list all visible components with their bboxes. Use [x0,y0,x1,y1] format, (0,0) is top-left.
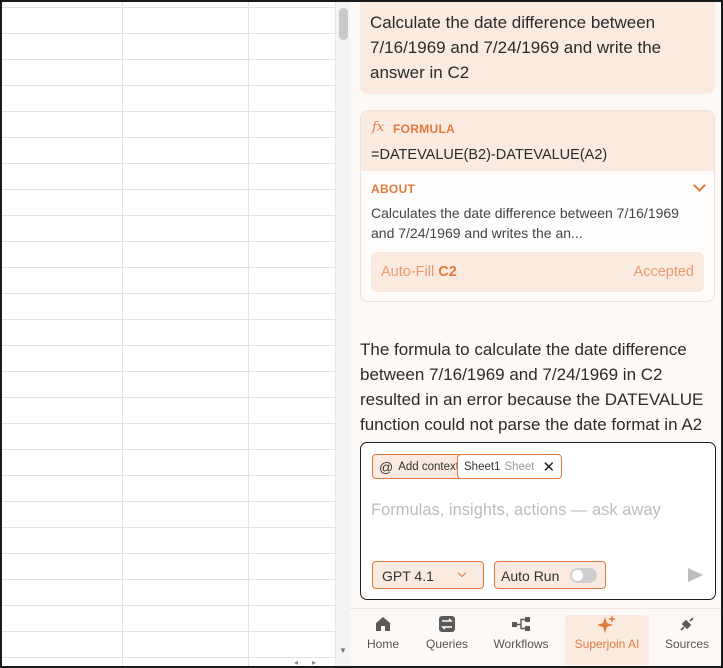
scroll-down-arrow[interactable]: ▼ [339,646,347,655]
row-divider [2,85,335,86]
spreadsheet-grid[interactable] [2,2,335,666]
close-icon[interactable]: ✕ [543,458,556,476]
auto-run-label: Auto Run [501,568,560,584]
auto-run-toggle[interactable] [570,568,597,583]
row-divider [2,475,335,476]
row-divider [2,371,335,372]
auto-run-toggle-button[interactable]: Auto Run [494,561,606,589]
nav-item-workflows[interactable]: Workflows [488,615,554,665]
nav-label: Sources [664,637,710,651]
row-divider [2,397,335,398]
model-select[interactable]: GPT 4.1 [372,561,484,589]
row-divider [2,241,335,242]
row-divider [2,579,335,580]
nav-item-home[interactable]: Home [362,615,404,665]
context-chip-name: Sheet1 [464,460,501,473]
autofill-cell: C2 [438,264,457,280]
row-divider [2,423,335,424]
row-divider [2,553,335,554]
row-divider [2,293,335,294]
row-divider [2,111,335,112]
model-select-value: GPT 4.1 [382,568,434,584]
function-icon: fx [372,120,385,135]
nav-label: Workflows [493,637,549,651]
swap-icon [422,615,472,637]
context-chip-kind: Sheet [504,460,535,473]
home-icon [362,615,404,637]
formula-text: =DATEVALUE(B2)-DATEVALUE(A2) [371,147,608,163]
nav-label: Queries [425,637,469,651]
column-divider [248,2,249,666]
app-window: ◂▸ ▼ Calculate the date difference betwe… [0,0,723,668]
row-divider [2,501,335,502]
bottom-nav: Home Queries Workflows Superjoin AI Sour… [350,608,721,666]
about-text: Calculates the date difference between 7… [371,205,679,241]
send-icon[interactable] [688,568,703,582]
row-divider [2,631,335,632]
user-message: Calculate the date difference between 7/… [360,2,715,94]
add-context-label: Add context [398,460,459,473]
formula-title: FORMULA [393,122,456,136]
scrollbar-thumb[interactable] [339,8,348,40]
chevron-down-icon [457,568,467,578]
vertical-scrollbar[interactable]: ▼ [335,2,350,666]
row-divider [2,163,335,164]
add-context-button[interactable]: @ Add context [372,454,466,479]
toggle-knob [572,570,583,581]
row-divider [2,449,335,450]
row-divider [2,33,335,34]
row-divider [2,7,335,8]
context-chip-sheet[interactable]: Sheet1 Sheet ✕ [457,454,563,479]
about-title: ABOUT [371,182,416,196]
autofill-bar[interactable]: Auto-Fill C2 Accepted [371,252,704,292]
row-divider [2,605,335,606]
workflow-icon [488,615,554,637]
row-divider [2,527,335,528]
autofill-status: Accepted [633,264,694,280]
ai-response: The formula to calculate the date differ… [360,340,704,434]
at-icon: @ [379,458,394,475]
row-divider [2,137,335,138]
row-divider [2,345,335,346]
horizontal-scroll-arrows[interactable]: ◂▸ [294,658,330,666]
superjoin-ai-panel: Calculate the date difference between 7/… [350,2,721,666]
autofill-label: Auto-Fill C2 [381,264,457,280]
plug-icon [662,615,712,637]
column-divider [122,2,123,666]
row-divider [2,59,335,60]
chevron-down-icon[interactable] [693,179,706,192]
row-divider [2,215,335,216]
nav-label: Home [366,637,399,651]
nav-label: Superjoin AI [574,637,640,651]
formula-header: fx FORMULA =DATEVALUE(B2)-DATEVALUE(A2) [361,111,714,171]
row-divider [2,319,335,320]
nav-item-sources[interactable]: Sources [662,615,712,665]
prompt-composer: @ Add context Sheet1 Sheet ✕ GPT 4.1 Aut… [360,442,716,600]
row-divider [2,267,335,268]
sparkle-icon [565,615,649,637]
row-divider [2,189,335,190]
nav-item-superjoin-ai[interactable]: Superjoin AI [565,615,649,665]
row-divider [2,657,335,658]
nav-item-queries[interactable]: Queries [422,615,472,665]
autofill-prefix: Auto-Fill [381,264,439,280]
formula-card: fx FORMULA =DATEVALUE(B2)-DATEVALUE(A2) … [360,110,715,302]
prompt-input[interactable] [371,501,701,520]
